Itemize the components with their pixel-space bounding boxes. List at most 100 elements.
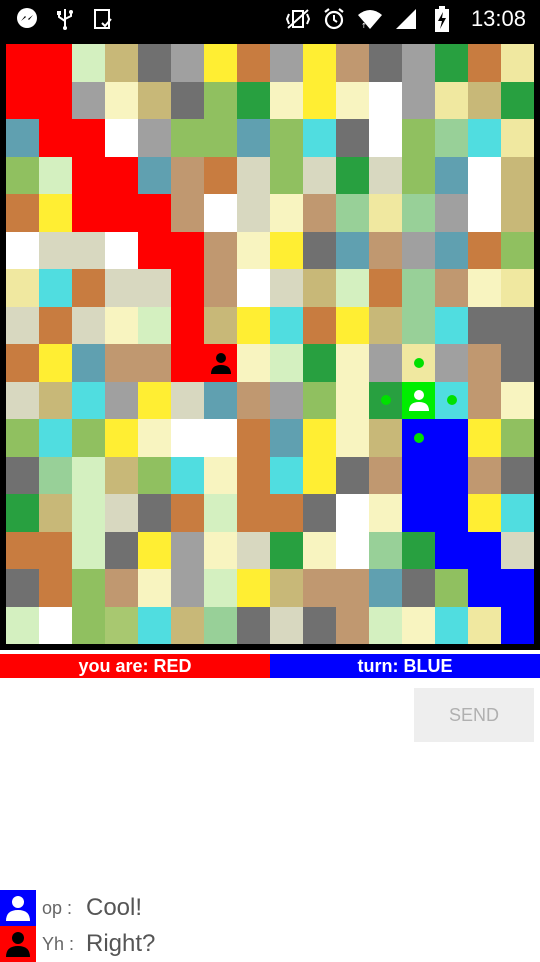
board-cell[interactable] — [402, 494, 435, 532]
board-cell[interactable] — [369, 44, 402, 82]
board-cell[interactable] — [468, 81, 501, 119]
board-cell[interactable] — [39, 231, 72, 269]
board-cell[interactable] — [402, 81, 435, 119]
board-cell[interactable] — [39, 156, 72, 194]
board-cell[interactable] — [39, 344, 72, 382]
board-cell[interactable] — [303, 494, 336, 532]
board-cell[interactable] — [39, 81, 72, 119]
board-cell[interactable] — [138, 419, 171, 457]
board-cell[interactable] — [402, 569, 435, 607]
board-cell[interactable] — [468, 344, 501, 382]
board-cell[interactable] — [303, 344, 336, 382]
board-cell[interactable] — [303, 81, 336, 119]
board-cell[interactable] — [72, 231, 105, 269]
board-cell[interactable] — [468, 44, 501, 82]
board-cell[interactable] — [369, 531, 402, 569]
board-cell[interactable] — [6, 81, 39, 119]
board-cell[interactable] — [501, 494, 534, 532]
board-cell[interactable] — [435, 119, 468, 157]
board-cell[interactable] — [72, 419, 105, 457]
game-board[interactable] — [6, 44, 534, 644]
board-cell[interactable] — [435, 456, 468, 494]
board-cell[interactable] — [39, 306, 72, 344]
board-cell[interactable] — [369, 156, 402, 194]
board-cell[interactable] — [138, 381, 171, 419]
board-cell[interactable] — [105, 156, 138, 194]
board-cell[interactable] — [237, 381, 270, 419]
board-cell[interactable] — [105, 381, 138, 419]
board-cell[interactable] — [468, 606, 501, 644]
board-cell[interactable] — [435, 606, 468, 644]
board-cell[interactable] — [336, 269, 369, 307]
board-cell[interactable] — [39, 456, 72, 494]
board-cell[interactable] — [6, 606, 39, 644]
board-cell[interactable] — [204, 119, 237, 157]
board-cell[interactable] — [468, 531, 501, 569]
board-cell[interactable] — [204, 44, 237, 82]
board-cell[interactable] — [204, 381, 237, 419]
board-cell[interactable] — [204, 531, 237, 569]
board-cell[interactable] — [468, 269, 501, 307]
board-cell[interactable] — [171, 269, 204, 307]
board-cell[interactable] — [138, 119, 171, 157]
board-cell[interactable] — [336, 44, 369, 82]
board-cell[interactable] — [435, 231, 468, 269]
board-cell[interactable] — [369, 494, 402, 532]
board-cell[interactable] — [138, 194, 171, 232]
board-cell[interactable] — [468, 156, 501, 194]
board-cell[interactable] — [72, 381, 105, 419]
board-cell[interactable] — [468, 231, 501, 269]
board-cell[interactable] — [303, 44, 336, 82]
board-cell[interactable] — [171, 194, 204, 232]
board-cell[interactable] — [138, 156, 171, 194]
board-cell[interactable] — [270, 569, 303, 607]
board-cell[interactable] — [6, 531, 39, 569]
board-cell[interactable] — [303, 569, 336, 607]
board-cell[interactable] — [270, 44, 303, 82]
board-cell[interactable] — [303, 194, 336, 232]
board-cell[interactable] — [72, 306, 105, 344]
board-cell[interactable] — [237, 456, 270, 494]
board-cell[interactable] — [270, 531, 303, 569]
board-cell[interactable] — [402, 44, 435, 82]
board-cell[interactable] — [402, 119, 435, 157]
board-cell[interactable] — [105, 569, 138, 607]
board-cell[interactable] — [336, 531, 369, 569]
board-cell[interactable] — [204, 231, 237, 269]
board-cell[interactable] — [39, 419, 72, 457]
board-cell[interactable] — [303, 306, 336, 344]
board-cell[interactable] — [303, 606, 336, 644]
board-cell[interactable] — [402, 606, 435, 644]
board-cell[interactable] — [336, 381, 369, 419]
board-cell[interactable] — [237, 531, 270, 569]
board-cell[interactable] — [171, 344, 204, 382]
board-cell[interactable] — [6, 456, 39, 494]
board-cell[interactable] — [468, 194, 501, 232]
board-cell[interactable] — [171, 156, 204, 194]
board-cell[interactable] — [72, 456, 105, 494]
board-cell[interactable] — [501, 44, 534, 82]
board-cell[interactable] — [369, 419, 402, 457]
board-cell[interactable] — [369, 456, 402, 494]
board-cell[interactable] — [303, 381, 336, 419]
board-cell[interactable] — [402, 194, 435, 232]
board-cell[interactable] — [369, 344, 402, 382]
board-cell[interactable] — [435, 306, 468, 344]
board-cell[interactable] — [435, 194, 468, 232]
board-cell[interactable] — [72, 269, 105, 307]
board-cell[interactable] — [336, 119, 369, 157]
board-cell[interactable] — [204, 494, 237, 532]
board-cell[interactable] — [369, 81, 402, 119]
board-cell[interactable] — [237, 194, 270, 232]
board-cell[interactable] — [237, 344, 270, 382]
board-cell[interactable] — [435, 81, 468, 119]
board-cell[interactable] — [237, 306, 270, 344]
board-cell[interactable] — [369, 606, 402, 644]
board-cell[interactable] — [336, 606, 369, 644]
board-cell[interactable] — [72, 606, 105, 644]
board-cell[interactable] — [501, 569, 534, 607]
board-cell[interactable] — [501, 119, 534, 157]
board-cell[interactable] — [6, 156, 39, 194]
board-cell[interactable] — [39, 119, 72, 157]
board-cell[interactable] — [72, 44, 105, 82]
